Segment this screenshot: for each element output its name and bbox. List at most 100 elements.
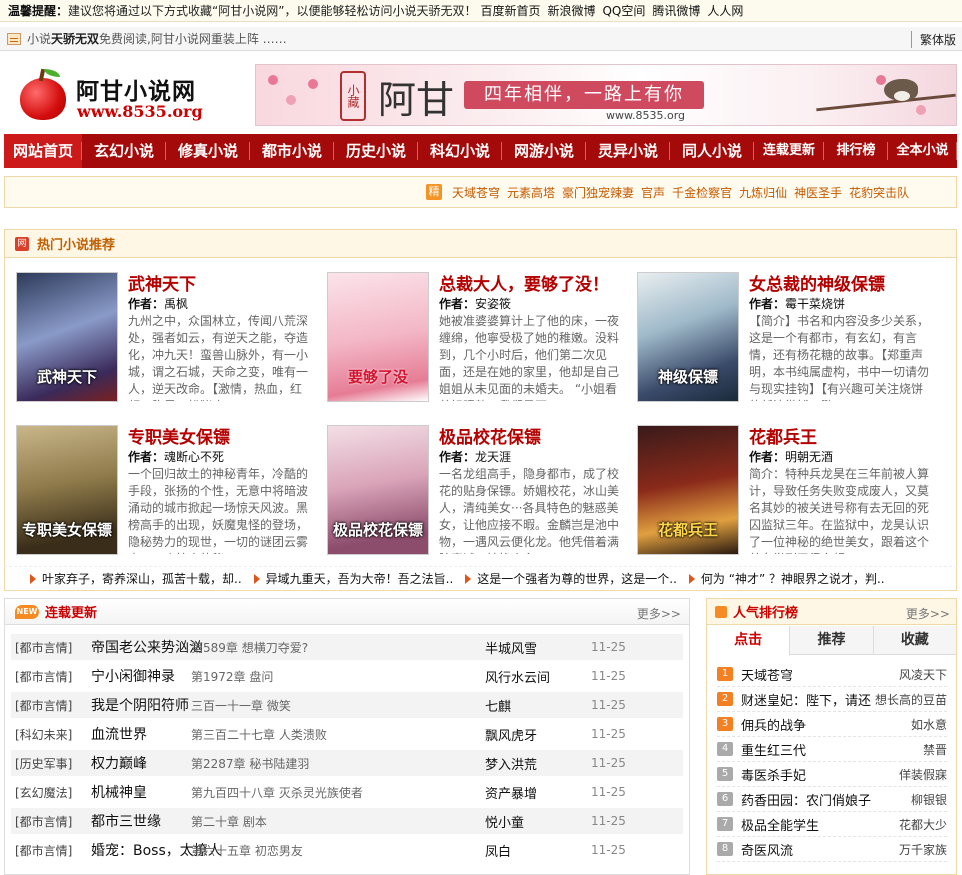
nav-item-xuanhuan[interactable]: 玄幻小说 [82,134,166,168]
nav-item-ranking[interactable]: 排行榜 [824,134,888,168]
header-banner[interactable]: 小藏 阿甘 四年相伴，一路上有你 www.8535.org [255,64,957,126]
hot-keyword[interactable]: 九炼归仙 [739,184,787,201]
category-link[interactable]: [都市言情] [11,697,91,714]
headline-item[interactable]: 异域九重天，吾为大帝！吾之法旨.. [253,570,453,587]
novel-link[interactable]: 权力巅峰 [91,753,191,773]
novel-link[interactable]: 我是个阴阳符师 [91,695,191,715]
novel-link[interactable]: 佣兵的战争 [741,715,911,734]
headline-item[interactable]: 叶家弃子，寄养深山，孤苦十载，却.. [30,570,242,587]
more-link[interactable]: 更多>> [906,605,950,622]
chapter-link[interactable]: 第九百四十八章 灭杀灵光族使者 [191,784,485,801]
author-link[interactable]: 风行水云间 [485,667,591,686]
novel-link[interactable]: 财迷皇妃：陛下，请还 [741,690,875,709]
category-link[interactable]: [都市言情] [11,639,91,656]
headline-item[interactable]: 何为 “神才” ？神眼界之说才，判.. [688,570,885,587]
book-cover[interactable]: 武神天下 [16,272,118,402]
category-link[interactable]: [都市言情] [11,668,91,685]
book-title[interactable]: 专职美女保镖 [128,423,230,448]
novel-link[interactable]: 血流世界 [91,724,191,744]
book-description: 一个回归故土的神秘青年，冷酷的手段，张扬的个性，无意中将暗波涌动的城市掀起一场惊… [128,467,309,554]
hot-keyword[interactable]: 千金检察官 [672,184,732,201]
category-link[interactable]: [都市言情] [11,842,91,859]
hot-keyword[interactable]: 元素高塔 [507,184,555,201]
book-title[interactable]: 总裁大人，要够了没！ [439,270,609,295]
more-link[interactable]: 更多>> [637,605,681,622]
author-link[interactable]: 佯装假寐 [899,766,947,783]
category-link[interactable]: [都市言情] [11,813,91,830]
book-cover[interactable]: 花都兵王 [637,425,739,555]
author-link[interactable]: 风凌天下 [899,666,947,683]
tab-favorites[interactable]: 收藏 [874,626,956,654]
author-link[interactable]: 悦小童 [485,812,591,831]
rank-number: 8 [717,842,733,856]
category-link[interactable]: [历史军事] [11,755,91,772]
nav-item-complete[interactable]: 全本小说 [888,134,957,168]
book-title[interactable]: 极品校花保镖 [439,423,541,448]
chapter-link[interactable]: 第589章 想横刀夺爱? [191,639,485,656]
hot-keyword[interactable]: 神医圣手 [794,184,842,201]
author-link[interactable]: 资产暴增 [485,783,591,802]
headline-item[interactable]: 这是一个强者为尊的世界，这是一个.. [465,570,677,587]
novel-link[interactable]: 帝国老公来势汹汹 [91,637,203,657]
book-title[interactable]: 女总裁的神级保镖 [749,270,885,295]
bookmark-link-tencent[interactable]: 腾讯微博 [652,2,700,19]
nav-item-updates[interactable]: 连载更新 [754,134,824,168]
hot-keyword[interactable]: 官声 [641,184,665,201]
book-cover[interactable]: 极品校花保镖 [327,425,429,555]
book-cover[interactable]: 神级保镖 [637,272,739,402]
author-link[interactable]: 半城风雪 [485,638,591,657]
chapter-link[interactable]: 第二十章 剧本 [191,813,485,830]
bookmark-link-renren[interactable]: 人人网 [707,2,743,19]
novel-link[interactable]: 机械神皇 [91,782,191,802]
author-link[interactable]: 想长高的豆苗 [875,691,947,708]
novel-link[interactable]: 极品全能学生 [741,815,899,834]
book-title[interactable]: 武神天下 [128,270,196,295]
novel-link[interactable]: 重生红三代 [741,740,923,759]
traditional-chinese-link[interactable]: 繁体版 [910,31,956,48]
novel-link[interactable]: 药香田园：农门俏娘子 [741,790,911,809]
author-link[interactable]: 七麒 [485,696,591,715]
nav-item-lingyi[interactable]: 灵异小说 [586,134,670,168]
site-logo[interactable]: 阿甘小说网 www.8535.org [20,69,220,122]
novel-link[interactable]: 宁小闲御神录 [91,666,191,686]
nav-item-wangyou[interactable]: 网游小说 [502,134,586,168]
bookmark-link-sina[interactable]: 新浪微博 [547,2,595,19]
category-link[interactable]: [科幻未来] [11,726,91,743]
chapter-link[interactable]: 三百一十一章 微笑 [191,697,485,714]
tab-clicks[interactable]: 点击 [707,626,791,656]
bookmark-link-qzone[interactable]: QQ空间 [602,2,645,19]
nav-item-dushi[interactable]: 都市小说 [250,134,334,168]
book-cover[interactable]: 要够了没 [327,272,429,402]
novel-link[interactable]: 毒医杀手妃 [741,765,899,784]
novel-link[interactable]: 奇医风流 [741,840,899,859]
novel-link[interactable]: 婚宠：Boss，太撩人 [91,840,222,860]
cover-title: 武神天下 [36,368,97,386]
nav-item-kehuan[interactable]: 科幻小说 [418,134,502,168]
chapter-link[interactable]: 第2287章 秘书陆建羽 [191,755,485,772]
nav-item-tongren[interactable]: 同人小说 [670,134,754,168]
chapter-link[interactable]: 第六十五章 初恋男友 [191,842,485,859]
author-link[interactable]: 如水意 [911,716,947,733]
novel-link[interactable]: 天域苍穹 [741,665,899,684]
chapter-link[interactable]: 第1972章 盘问 [191,668,485,685]
author-link[interactable]: 柳银银 [911,791,947,808]
book-title[interactable]: 花都兵王 [749,423,817,448]
chapter-link[interactable]: 第三百二十七章 人类溃败 [191,726,485,743]
author-link[interactable]: 梦入洪荒 [485,754,591,773]
bookmark-link-baidu[interactable]: 百度新首页 [480,2,540,19]
author-link[interactable]: 万千家族 [899,841,947,858]
nav-item-home[interactable]: 网站首页 [4,134,82,168]
nav-item-xiuzhen[interactable]: 修真小说 [166,134,250,168]
hot-keyword[interactable]: 天域苍穹 [452,184,500,201]
author-link[interactable]: 飘风虎牙 [485,725,591,744]
author-link[interactable]: 禁晋 [923,741,947,758]
hot-keyword[interactable]: 豪门独宠辣妻 [562,184,634,201]
tab-recommend[interactable]: 推荐 [790,626,874,654]
book-cover[interactable]: 专职美女保镖 [16,425,118,555]
novel-link[interactable]: 都市三世缘 [91,811,191,831]
author-link[interactable]: 凤白 [485,841,591,860]
hot-keyword[interactable]: 花豹突击队 [849,184,909,201]
nav-item-lishi[interactable]: 历史小说 [334,134,418,168]
author-link[interactable]: 花都大少 [899,816,947,833]
category-link[interactable]: [玄幻魔法] [11,784,91,801]
